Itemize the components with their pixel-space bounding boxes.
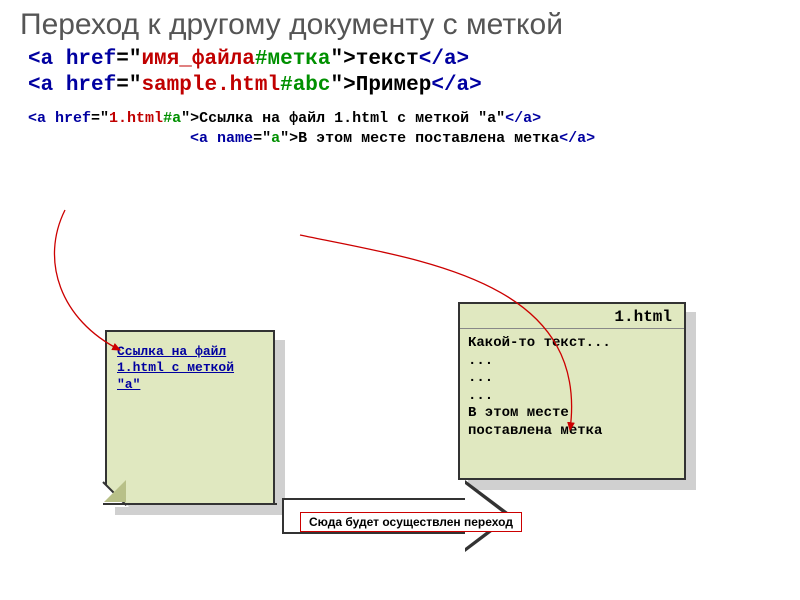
eq: =" (91, 110, 109, 127)
close-quote: "> (331, 74, 356, 97)
link-text: Пример (356, 74, 432, 97)
attr-name: name (217, 130, 253, 147)
tag-close: </a> (419, 48, 469, 71)
tag-close: </a> (431, 74, 481, 97)
target-doc-body: Какой-то текст... ... ... ... В этом мес… (460, 329, 684, 446)
diagram-area: Ссылка на файл 1.html с меткой "a" 1.htm… (0, 290, 800, 590)
tag-open: <a (28, 110, 55, 127)
link-text: В этом месте поставлена метка (298, 130, 559, 147)
val-anchor: a (271, 130, 280, 147)
val-file: имя_файла (141, 48, 254, 71)
link-text: Ссылка на файл 1.html с меткой "a" (199, 110, 505, 127)
val-anchor: a (172, 110, 181, 127)
attr-name: href (66, 74, 116, 97)
doc-border (103, 503, 277, 505)
val-hash: # (280, 74, 293, 97)
close-quote: "> (181, 110, 199, 127)
attr-name: href (66, 48, 116, 71)
slide-title: Переход к другому документу с меткой (0, 0, 800, 47)
eq: =" (116, 48, 141, 71)
target-doc-title: 1.html (460, 304, 684, 329)
val-file: 1.html (109, 110, 163, 127)
link-text: текст (356, 48, 419, 71)
tag-open: <a (28, 74, 66, 97)
tag-close: </a> (559, 130, 595, 147)
tag-open: <a (28, 48, 66, 71)
tag-open: <a (190, 130, 217, 147)
close-quote: "> (280, 130, 298, 147)
code-example-2: <a href="sample.html#abc">Пример</a> (0, 73, 800, 99)
code-example-1: <a href="имя_файла#метка">текст</a> (0, 47, 800, 73)
val-file: sample.html (141, 74, 280, 97)
page-fold-icon (104, 480, 126, 502)
attr-name: href (55, 110, 91, 127)
source-link-text: Ссылка на файл 1.html с меткой "a" (107, 332, 273, 405)
val-hash: # (255, 48, 268, 71)
eq: =" (116, 74, 141, 97)
source-document: Ссылка на файл 1.html с меткой "a" (105, 330, 275, 505)
val-anchor: метка (267, 48, 330, 71)
indent (28, 130, 190, 147)
target-document: 1.html Какой-то текст... ... ... ... В э… (458, 302, 686, 480)
val-hash: # (163, 110, 172, 127)
code-example-3: <a href="1.html#a">Ссылка на файл 1.html… (0, 99, 800, 150)
tag-close: </a> (505, 110, 541, 127)
val-anchor: abc (293, 74, 331, 97)
close-quote: "> (331, 48, 356, 71)
eq: =" (253, 130, 271, 147)
arrow-caption: Сюда будет осуществлен переход (300, 512, 522, 532)
